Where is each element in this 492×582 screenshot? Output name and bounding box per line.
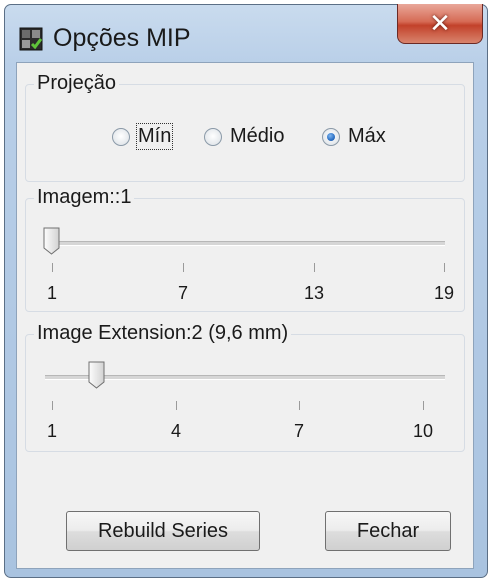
- radio-medio-indicator[interactable]: [204, 127, 222, 146]
- projection-group: Projeção Mín Médio Máx: [25, 71, 465, 182]
- window-title: Opções MIP: [53, 24, 191, 52]
- extension-slider-tick: [52, 401, 53, 410]
- image-slider-tick-label: 7: [177, 283, 188, 303]
- extension-slider-tick: [176, 401, 177, 410]
- image-slider-tick: [183, 263, 184, 272]
- radio-min[interactable]: Mín: [112, 123, 174, 150]
- radio-max[interactable]: Máx: [322, 125, 386, 148]
- close-icon: ✕: [429, 8, 451, 38]
- title-bar[interactable]: Opções MIP ✕: [5, 4, 487, 63]
- image-slider-tick-label: 13: [303, 283, 325, 303]
- extension-slider-tick: [423, 401, 424, 410]
- mip-app-icon: [19, 27, 43, 51]
- image-slider-title: Imagem::1: [34, 185, 135, 209]
- radio-min-indicator[interactable]: [112, 127, 130, 146]
- radio-max-label: Máx: [348, 125, 386, 147]
- close-button[interactable]: Fechar: [325, 511, 451, 551]
- extension-slider-group: Image Extension:2 (9,6 mm) 1 4 7 10: [25, 321, 465, 452]
- radio-medio[interactable]: Médio: [204, 125, 284, 148]
- extension-slider-tick-label: 10: [412, 421, 434, 441]
- radio-max-indicator[interactable]: [322, 127, 340, 146]
- extension-slider-thumb[interactable]: [88, 361, 105, 389]
- radio-medio-label: Médio: [230, 125, 285, 147]
- image-slider-track[interactable]: [45, 241, 445, 246]
- extension-slider-tick-label: 7: [293, 421, 304, 441]
- extension-slider-title: Image Extension:2 (9,6 mm): [34, 321, 292, 345]
- image-slider-tick: [314, 263, 315, 272]
- extension-slider-tick-label: 4: [170, 421, 181, 441]
- projection-group-title: Projeção: [34, 71, 119, 95]
- image-slider-tick: [444, 263, 445, 272]
- extension-slider-track[interactable]: [45, 375, 445, 380]
- image-slider-group: Imagem::1 1 7 13 19: [25, 185, 465, 312]
- extension-slider-tick-label: 1: [46, 421, 57, 441]
- image-slider-tick-label: 1: [46, 283, 57, 303]
- image-slider-tick-label: 19: [433, 283, 455, 303]
- image-slider-thumb[interactable]: [43, 227, 60, 255]
- radio-min-label: Mín: [135, 123, 174, 150]
- close-window-button[interactable]: ✕: [397, 4, 483, 44]
- rebuild-series-button[interactable]: Rebuild Series: [66, 511, 260, 551]
- extension-slider-tick: [299, 401, 300, 410]
- image-slider-tick: [52, 263, 53, 272]
- dialog-content: Projeção Mín Médio Máx Imagem::1 1 7 13 …: [16, 62, 474, 569]
- dialog-window: Opções MIP ✕ Projeção Mín Médio Máx Imag…: [4, 4, 488, 578]
